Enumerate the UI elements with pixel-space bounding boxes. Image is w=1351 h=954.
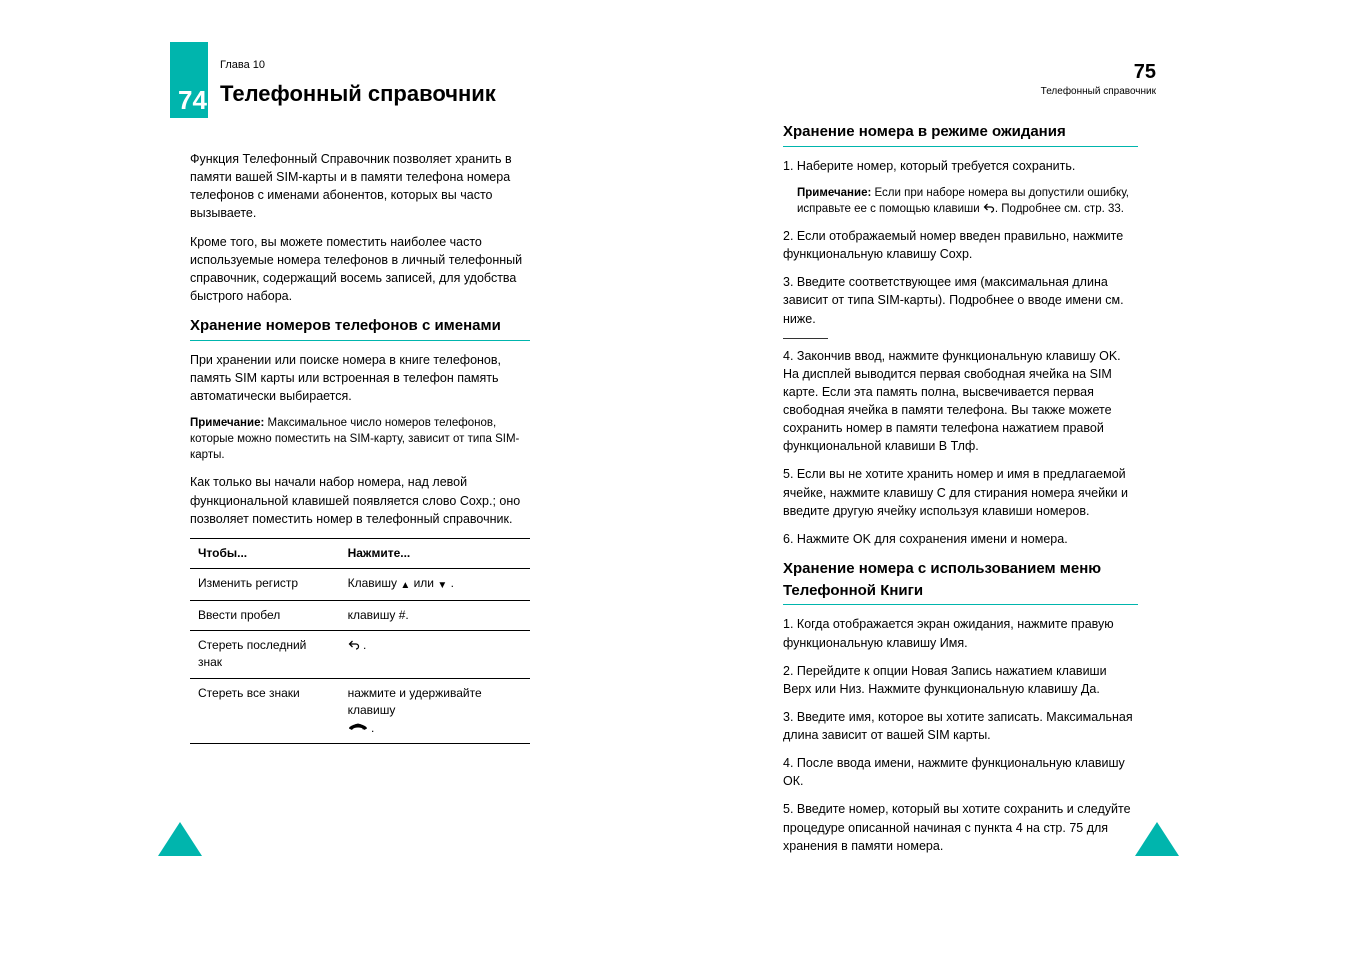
section-heading-store-idle: Хранение номера в режиме ожидания	[783, 121, 1138, 147]
cell-delete-last: Стереть последний знак	[190, 631, 340, 679]
chapter-label-right: Телефонный справочник	[1041, 85, 1156, 100]
cell-delete-all: Стереть все знаки	[190, 678, 340, 743]
nav-triangle-left[interactable]	[158, 822, 202, 856]
step-5: 5. Если вы не хотите хранить номер и имя…	[783, 465, 1138, 519]
chapter-label-left: Глава 10	[220, 58, 265, 74]
note-correction: Примечание: Если при наборе номера вы до…	[797, 185, 1138, 217]
page-number-left: 74	[178, 82, 207, 120]
note-label-2: Примечание:	[797, 187, 871, 199]
intro-paragraph-1: Функция Телефонный Cправочник позволяет …	[190, 150, 530, 223]
b-step-1: 1. Когда отображается экран ожидания, на…	[783, 615, 1138, 651]
cell-change-case-keys: Клавишу ▲ или ▼ .	[340, 569, 530, 601]
table-row: Стереть последний знак .	[190, 631, 530, 679]
paragraph-memory: При хранении или поиске номера в книге т…	[190, 351, 530, 405]
step-3: 3. Введите соответствующее имя (максимал…	[783, 273, 1138, 327]
step-4: 4. Закончив ввод, нажмите функциональную…	[783, 347, 1138, 456]
page-number-right: 75	[1134, 58, 1156, 87]
cell-delete-last-key: .	[340, 631, 530, 679]
divider	[783, 338, 828, 339]
b-step-5: 5. Введите номер, который вы хотите сохр…	[783, 800, 1138, 854]
back-arrow-icon	[348, 639, 360, 651]
table-header-press: Нажмите...	[340, 538, 530, 568]
cell-delete-all-key: нажмите и удерживайте клавишу /⏻ .	[340, 678, 530, 743]
step-1: 1. Наберите номер, который требуется сох…	[783, 157, 1138, 175]
up-triangle-icon: ▲	[400, 579, 410, 594]
cell-enter-space: Bвести пробел	[190, 600, 340, 630]
b-step-2: 2. Перейдите к опции Новая Запись нажати…	[783, 662, 1138, 698]
note-sim-capacity: Примечание: Максимальное число номеров т…	[190, 415, 530, 463]
section-heading-store-menu: Хранение номера с использованием меню Те…	[783, 558, 1138, 606]
cell-enter-space-key: клавишу #.	[340, 600, 530, 630]
step-2: 2. Если отображаемый номер введен правил…	[783, 227, 1138, 263]
nav-triangle-right[interactable]	[1135, 822, 1179, 856]
table-header-to: Чтобы...	[190, 538, 340, 568]
right-page-body: Хранение номера в режиме ожидания 1. Наб…	[783, 115, 1138, 865]
back-arrow-icon	[983, 202, 995, 214]
b-step-3: 3. Введите имя, которое вы хотите записа…	[783, 708, 1138, 744]
table-row: Bвести пробел клавишу #.	[190, 600, 530, 630]
b-step-4: 4. После ввода имени, нажмите функционал…	[783, 754, 1138, 790]
note-label: Примечание:	[190, 417, 264, 429]
actions-table: Чтобы... Нажмите... Изменить регистр Кла…	[190, 538, 530, 744]
paragraph-save-appears: Как только вы начали набор номера, над л…	[190, 473, 530, 527]
cell-change-case: Изменить регистр	[190, 569, 340, 601]
hangup-power-icon: /⏻	[348, 722, 368, 733]
section-heading-storing: Хранение номеров телефонов с именами	[190, 315, 530, 341]
step-6: 6. Нажмите OK для сохранения имени и ном…	[783, 530, 1138, 548]
table-row: Стереть все знаки нажмите и удерживайте …	[190, 678, 530, 743]
table-row: Изменить регистр Клавишу ▲ или ▼ .	[190, 569, 530, 601]
chapter-title: Телефонный справочник	[220, 78, 496, 110]
intro-paragraph-2: Кроме того, вы можете поместить наиболее…	[190, 233, 530, 306]
left-page-body: Функция Телефонный Cправочник позволяет …	[190, 150, 530, 744]
down-triangle-icon: ▼	[437, 579, 447, 594]
